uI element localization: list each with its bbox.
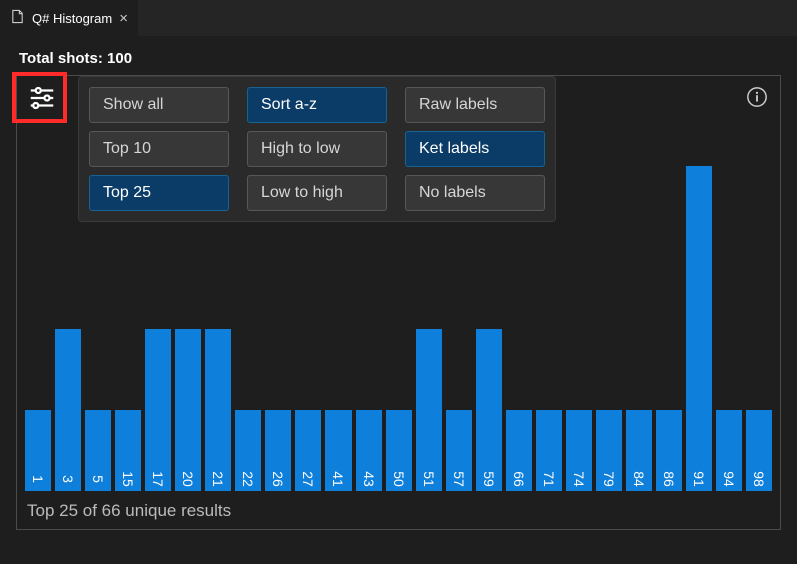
content: Total shots: 100 13515172021222627414350…	[0, 36, 797, 540]
bar[interactable]: 22	[235, 410, 261, 491]
filter-sort-1[interactable]: High to low	[247, 131, 387, 167]
bar-label: 3	[60, 475, 76, 483]
bar-label: 74	[571, 471, 587, 487]
bar-label: 5	[90, 475, 106, 483]
filter-sort-0[interactable]: Sort a-z	[247, 87, 387, 123]
bar[interactable]: 86	[656, 410, 682, 491]
total-shots-label: Total shots: 100	[19, 50, 781, 67]
bar-label: 94	[721, 471, 737, 487]
bar[interactable]: 41	[325, 410, 351, 491]
bar-label: 21	[210, 471, 226, 487]
filter-count-1[interactable]: Top 10	[89, 131, 229, 167]
filter-col-count: Show all Top 10 Top 25	[89, 87, 229, 211]
bar-label: 84	[631, 471, 647, 487]
bar[interactable]: 5	[85, 410, 111, 491]
bar-label: 51	[421, 471, 437, 487]
bar-label: 1	[30, 475, 46, 483]
bar-label: 66	[511, 471, 527, 487]
bar-label: 86	[661, 471, 677, 487]
bar[interactable]: 21	[205, 329, 231, 492]
filter-panel: Show all Top 10 Top 25 Sort a-z High to low…	[78, 76, 556, 222]
filter-count-0[interactable]: Show all	[89, 87, 229, 123]
bar[interactable]: 59	[476, 329, 502, 492]
bar-label: 27	[300, 471, 316, 487]
bar-label: 17	[150, 471, 166, 487]
bar[interactable]: 17	[145, 329, 171, 492]
filter-col-label: Raw labels Ket labels No labels	[405, 87, 545, 211]
bar-label: 43	[361, 471, 377, 487]
bar[interactable]: 71	[536, 410, 562, 491]
bar-label: 79	[601, 471, 617, 487]
bar[interactable]: 91	[686, 166, 712, 491]
close-icon[interactable]: ×	[119, 10, 128, 27]
bar-label: 59	[481, 471, 497, 487]
filter-label-0[interactable]: Raw labels	[405, 87, 545, 123]
bar-label: 98	[751, 471, 767, 487]
bar[interactable]: 51	[416, 329, 442, 492]
histogram-panel: 1 3 5 15 17 20 21 22 26 27 41 43 50 51 57 59 66 71 74 79 84 8…	[16, 75, 781, 530]
tab-title: Q# Histogram	[32, 11, 112, 26]
bar[interactable]: 50	[386, 410, 412, 491]
bar-label: 57	[451, 471, 467, 487]
bar[interactable]: 43	[356, 410, 382, 491]
bar-label: 26	[270, 471, 286, 487]
bar-label: 50	[391, 471, 407, 487]
bar[interactable]: 27	[295, 410, 321, 491]
tab-bar: Q# Histogram ×	[0, 0, 797, 36]
filter-col-sort: Sort a-z High to low Low to high	[247, 87, 387, 211]
bar[interactable]: 79	[596, 410, 622, 491]
bar[interactable]: 94	[716, 410, 742, 491]
bar[interactable]: 15	[115, 410, 141, 491]
bar[interactable]: 98	[746, 410, 772, 491]
file-icon	[10, 9, 25, 27]
tab-qsharp-histogram[interactable]: Q# Histogram ×	[0, 0, 139, 36]
bar-label: 91	[691, 471, 707, 487]
bar[interactable]: 57	[446, 410, 472, 491]
bar[interactable]: 26	[265, 410, 291, 491]
filter-label-2[interactable]: No labels	[405, 175, 545, 211]
bar-label: 41	[330, 471, 346, 487]
bar-label: 22	[240, 471, 256, 487]
info-icon[interactable]	[746, 86, 768, 113]
bar-label: 20	[180, 471, 196, 487]
bar[interactable]: 74	[566, 410, 592, 491]
bar[interactable]: 20	[175, 329, 201, 492]
bar-label: 71	[541, 471, 557, 487]
filter-label-1[interactable]: Ket labels	[405, 131, 545, 167]
footer-text: Top 25 of 66 unique results	[27, 501, 231, 521]
bar[interactable]: 66	[506, 410, 532, 491]
bar-label: 15	[120, 471, 136, 487]
controls-row: Show all Top 10 Top 25 Sort a-z High to low…	[17, 76, 556, 222]
filter-count-2[interactable]: Top 25	[89, 175, 229, 211]
bar[interactable]: 84	[626, 410, 652, 491]
bar[interactable]: 3	[55, 329, 81, 492]
bar[interactable]: 1	[25, 410, 51, 491]
filter-sort-2[interactable]: Low to high	[247, 175, 387, 211]
settings-icon[interactable]	[17, 76, 66, 120]
